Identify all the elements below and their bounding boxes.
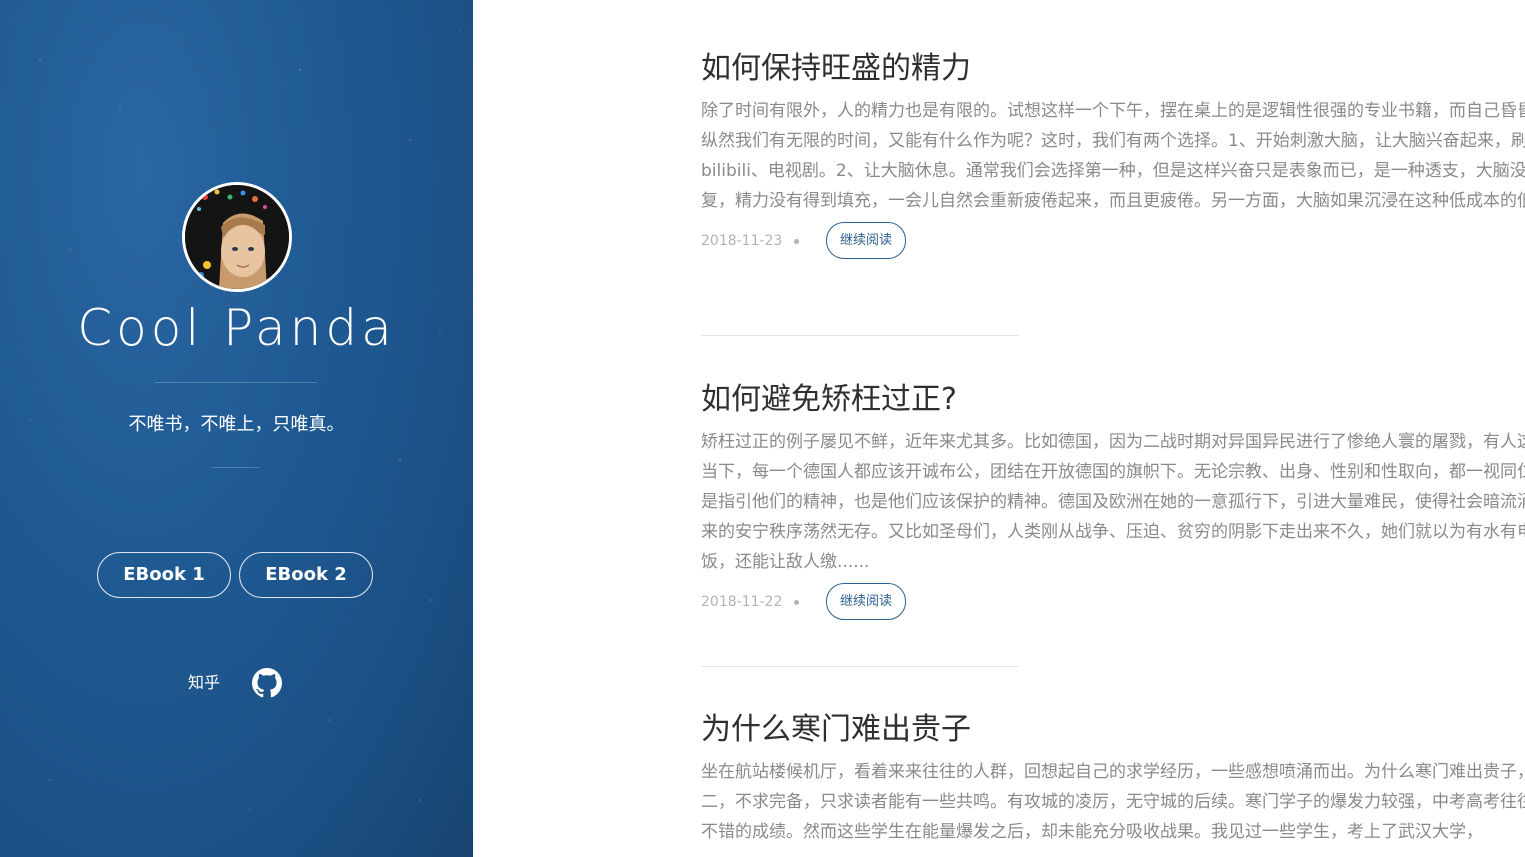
post-divider xyxy=(701,335,1019,336)
post-excerpt: 矫枉过正的例子屡见不鲜，近年来尤其多。比如德国，因为二战时期对异国异民进行了惨绝… xyxy=(701,432,1525,572)
ebook-1-button[interactable]: EBook 1 xyxy=(97,552,231,598)
sidebar: Cool Panda 不唯书，不唯上，只唯真。 EBook 1 EBook 2 … xyxy=(0,0,473,857)
github-link[interactable] xyxy=(252,668,282,698)
read-more-button[interactable]: 继续阅读 xyxy=(826,222,906,259)
post-item: 如何避免矫枉过正? 矫枉过正的例子屡见不鲜，近年来尤其多。比如德国，因为二战时期… xyxy=(701,380,1525,621)
post-date: 2018-11-22 xyxy=(701,594,783,610)
post-title[interactable]: 如何保持旺盛的精力 xyxy=(701,49,1525,89)
avatar-photo xyxy=(185,185,289,289)
post-item: 为什么寒门难出贵子 坐在航站楼候机厅，看着来来往往的人群，回想起自己的求学经历，… xyxy=(701,710,1525,847)
post-meta: 2018-11-23 继续阅读 xyxy=(701,222,1525,260)
site-motto: 不唯书，不唯上，只唯真。 xyxy=(128,414,345,435)
github-icon xyxy=(252,668,282,698)
post-title[interactable]: 如何避免矫枉过正? xyxy=(701,380,1525,420)
post-list: 如何保持旺盛的精力 除了时间有限外，人的精力也是有限的。试想这样一个下午，摆在桌… xyxy=(473,0,1525,857)
post-date: 2018-11-23 xyxy=(701,233,783,249)
post-divider xyxy=(701,666,1019,667)
separator-dot xyxy=(794,239,799,244)
divider xyxy=(212,467,260,468)
avatar xyxy=(182,182,292,292)
ebook-2-button[interactable]: EBook 2 xyxy=(239,552,373,598)
divider xyxy=(155,382,317,383)
post-title[interactable]: 为什么寒门难出贵子 xyxy=(701,710,1525,750)
post-meta: 2018-11-22 继续阅读 xyxy=(701,583,1525,621)
site-name: Cool Panda xyxy=(77,299,396,357)
post-excerpt: 除了时间有限外，人的精力也是有限的。试想这样一个下午，摆在桌上的是逻辑性很强的专… xyxy=(701,101,1525,211)
separator-dot xyxy=(794,600,799,605)
post-item: 如何保持旺盛的精力 除了时间有限外，人的精力也是有限的。试想这样一个下午，摆在桌… xyxy=(701,49,1525,260)
post-excerpt: 坐在航站楼候机厅，看着来来往往的人群，回想起自己的求学经历，一些感想喷涌而出。为… xyxy=(701,762,1525,842)
read-more-button[interactable]: 继续阅读 xyxy=(826,583,906,620)
zhihu-link[interactable]: 知乎 xyxy=(188,672,220,694)
